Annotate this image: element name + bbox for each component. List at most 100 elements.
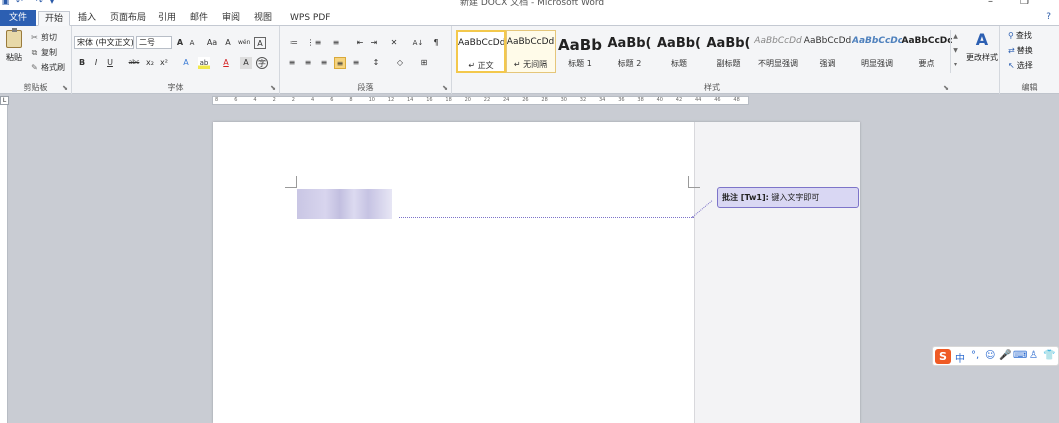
style-item[interactable]: AaBbCcDd 强调 bbox=[803, 30, 853, 73]
distributed-button[interactable]: ≡ bbox=[350, 57, 362, 69]
bullets-button[interactable]: ≔ bbox=[286, 37, 302, 49]
phonetic-button[interactable]: wén bbox=[238, 37, 250, 49]
styles-scroll[interactable]: ▲ ▼ ▾ bbox=[950, 30, 960, 73]
subscript-button[interactable]: x₂ bbox=[144, 57, 156, 69]
underline-button[interactable]: U bbox=[104, 57, 116, 69]
ruler-tick: 26 bbox=[522, 97, 529, 103]
style-sample: AaBbCcDc bbox=[901, 36, 952, 46]
restore-icon[interactable]: ❐ bbox=[1020, 0, 1029, 7]
font-color-button[interactable]: A bbox=[220, 57, 232, 69]
shading-button[interactable]: ◇ bbox=[394, 57, 406, 69]
punctuation-icon[interactable]: °, bbox=[971, 350, 979, 361]
tab-wps-pdf[interactable]: WPS PDF bbox=[284, 11, 336, 26]
document-page[interactable]: 批注 [Tw1]: 键入文字即可 bbox=[213, 122, 860, 423]
sort-button[interactable]: A↓ bbox=[410, 37, 426, 49]
launcher-icon[interactable]: ⬊ bbox=[442, 84, 448, 92]
show-marks-button[interactable]: ¶ bbox=[430, 37, 442, 49]
ribbon: 粘贴 ✂ 剪切 ⧉ 复制 ✎ 格式刷 剪贴板 ⬊ 宋体 (中文正文) 二号 A A A… bbox=[0, 26, 1059, 94]
keyboard-icon[interactable]: ⌨ bbox=[1013, 350, 1027, 361]
comment-connector bbox=[399, 217, 694, 218]
clipboard-group-label: 剪贴板 bbox=[23, 83, 48, 92]
ime-toolbar[interactable]: S 中 °, ☺ 🎤 ⌨ ♙ 👕 bbox=[932, 346, 1059, 366]
style-item[interactable]: AaBbCcDd 不明显强调 bbox=[753, 30, 803, 73]
tab-file[interactable]: 文件 bbox=[0, 10, 36, 26]
style-item[interactable]: AaBbCcDd ↵ 无间隔 bbox=[505, 30, 556, 73]
chinese-layout-button[interactable]: ✕ bbox=[388, 37, 400, 49]
borders-button[interactable]: ⊞ bbox=[418, 57, 430, 69]
highlight-button[interactable]: ab bbox=[198, 57, 210, 69]
launcher-icon[interactable]: ⬊ bbox=[62, 84, 68, 92]
ruler-tick: 20 bbox=[464, 97, 471, 103]
tab-insert[interactable]: 插入 bbox=[72, 11, 102, 26]
emoji-icon[interactable]: ☺ bbox=[985, 350, 995, 361]
vertical-ruler[interactable] bbox=[0, 105, 8, 423]
style-item[interactable]: AaBbCcDd ↵ 正文 bbox=[456, 30, 506, 73]
skin-icon[interactable]: 👕 bbox=[1043, 350, 1055, 361]
sogou-logo[interactable]: S bbox=[935, 349, 951, 364]
bold-button[interactable]: B bbox=[76, 57, 88, 69]
tab-references[interactable]: 引用 bbox=[152, 11, 182, 26]
enclose-char-button[interactable]: 字 bbox=[256, 57, 268, 69]
text-effects-button[interactable]: A bbox=[180, 57, 192, 69]
find-button[interactable]: ⚲ 查找 bbox=[1008, 30, 1032, 41]
styles-group: AaBbCcDd ↵ 正文 AaBbCcDd ↵ 无间隔 AaBb 标题 1 AaBb(标题… bbox=[452, 26, 1000, 94]
comment-balloon[interactable]: 批注 [Tw1]: 键入文字即可 bbox=[717, 187, 859, 208]
ruler-tab-selector[interactable]: L bbox=[0, 96, 9, 105]
format-painter-button[interactable]: ✎ 格式刷 bbox=[30, 62, 65, 73]
increase-indent-button[interactable]: ⇥ bbox=[368, 37, 380, 49]
microphone-icon[interactable]: 🎤 bbox=[999, 350, 1011, 361]
tab-view[interactable]: 视图 bbox=[248, 11, 278, 26]
tab-home[interactable]: 开始 bbox=[38, 11, 71, 26]
decrease-indent-button[interactable]: ⇤ bbox=[354, 37, 366, 49]
redo-icon[interactable]: ↷ bbox=[36, 0, 43, 6]
ruler-tick: 48 bbox=[733, 97, 740, 103]
save-icon[interactable]: ▣ bbox=[2, 0, 10, 6]
multilevel-list-button[interactable]: ≡ bbox=[328, 37, 344, 49]
tab-mailings[interactable]: 邮件 bbox=[184, 11, 214, 26]
help-icon[interactable]: ? bbox=[1046, 12, 1051, 22]
horizontal-ruler[interactable]: 8 6 4 2 2 4 6 8 10 12 14 16 18 20 22 24 26 28 30 32 34 36 38 40… bbox=[212, 96, 749, 105]
align-right-button[interactable]: ≡ bbox=[318, 57, 330, 69]
align-center-button[interactable]: ≡ bbox=[302, 57, 314, 69]
minimize-icon[interactable]: – bbox=[988, 0, 993, 7]
strikethrough-button[interactable]: abc bbox=[126, 57, 142, 69]
superscript-button[interactable]: x² bbox=[158, 57, 170, 69]
style-name: 标题 2 bbox=[617, 59, 642, 68]
grow-font-button[interactable]: A bbox=[174, 37, 186, 49]
select-button[interactable]: ↖ 选择 bbox=[1008, 60, 1033, 71]
shrink-font-button[interactable]: A bbox=[186, 37, 198, 49]
cursor-icon: ↖ bbox=[1008, 61, 1015, 70]
tab-review[interactable]: 审阅 bbox=[216, 11, 246, 26]
paragraph-group: ≔ ⋮≡ ≡ ⇤ ⇥ ✕ A↓ ¶ ≡ ≡ ≡ ≡ ≡ ↕ ◇ ⊞ 段落 ⬊ bbox=[280, 26, 452, 94]
italic-button[interactable]: I bbox=[90, 57, 102, 69]
tab-page-layout[interactable]: 页面布局 bbox=[104, 11, 152, 26]
font-name-select[interactable]: 宋体 (中文正文) bbox=[74, 36, 134, 49]
launcher-icon[interactable]: ⬊ bbox=[943, 84, 949, 92]
line-spacing-button[interactable]: ↕ bbox=[370, 57, 382, 69]
undo-icon[interactable]: ↶ bbox=[16, 0, 23, 6]
char-shading-button[interactable]: A bbox=[240, 57, 252, 69]
change-case-button[interactable]: Aa bbox=[204, 37, 220, 49]
launcher-icon[interactable]: ⬊ bbox=[270, 84, 276, 92]
user-icon[interactable]: ♙ bbox=[1029, 350, 1038, 361]
numbering-button[interactable]: ⋮≡ bbox=[306, 37, 322, 49]
align-left-button[interactable]: ≡ bbox=[286, 57, 298, 69]
style-item[interactable]: AaBb(副标题 bbox=[704, 30, 754, 73]
replace-button[interactable]: ⇄ 替换 bbox=[1008, 45, 1033, 56]
customize-icon[interactable]: ▾ bbox=[50, 0, 54, 6]
justify-button[interactable]: ≡ bbox=[334, 57, 346, 69]
copy-button[interactable]: ⧉ 复制 bbox=[30, 47, 57, 58]
style-item[interactable]: AaBbCcDc 要点 bbox=[902, 30, 952, 73]
style-item[interactable]: AaBb(标题 bbox=[654, 30, 704, 73]
style-item[interactable]: AaBb 标题 1 bbox=[555, 30, 605, 73]
change-styles-button[interactable]: A 更改样式 bbox=[962, 30, 1002, 63]
ime-language-toggle[interactable]: 中 bbox=[955, 350, 965, 365]
font-size-select[interactable]: 二号 bbox=[136, 36, 172, 49]
style-item[interactable]: AaBbCcDc 明显强调 bbox=[852, 30, 902, 73]
paste-button[interactable]: 粘贴 bbox=[3, 28, 25, 74]
commented-text[interactable] bbox=[297, 189, 392, 219]
style-item[interactable]: AaBb(标题 2 bbox=[605, 30, 655, 73]
char-border-button[interactable]: A bbox=[254, 37, 266, 49]
clear-format-button[interactable]: A bbox=[222, 37, 234, 49]
cut-button[interactable]: ✂ 剪切 bbox=[30, 32, 57, 43]
